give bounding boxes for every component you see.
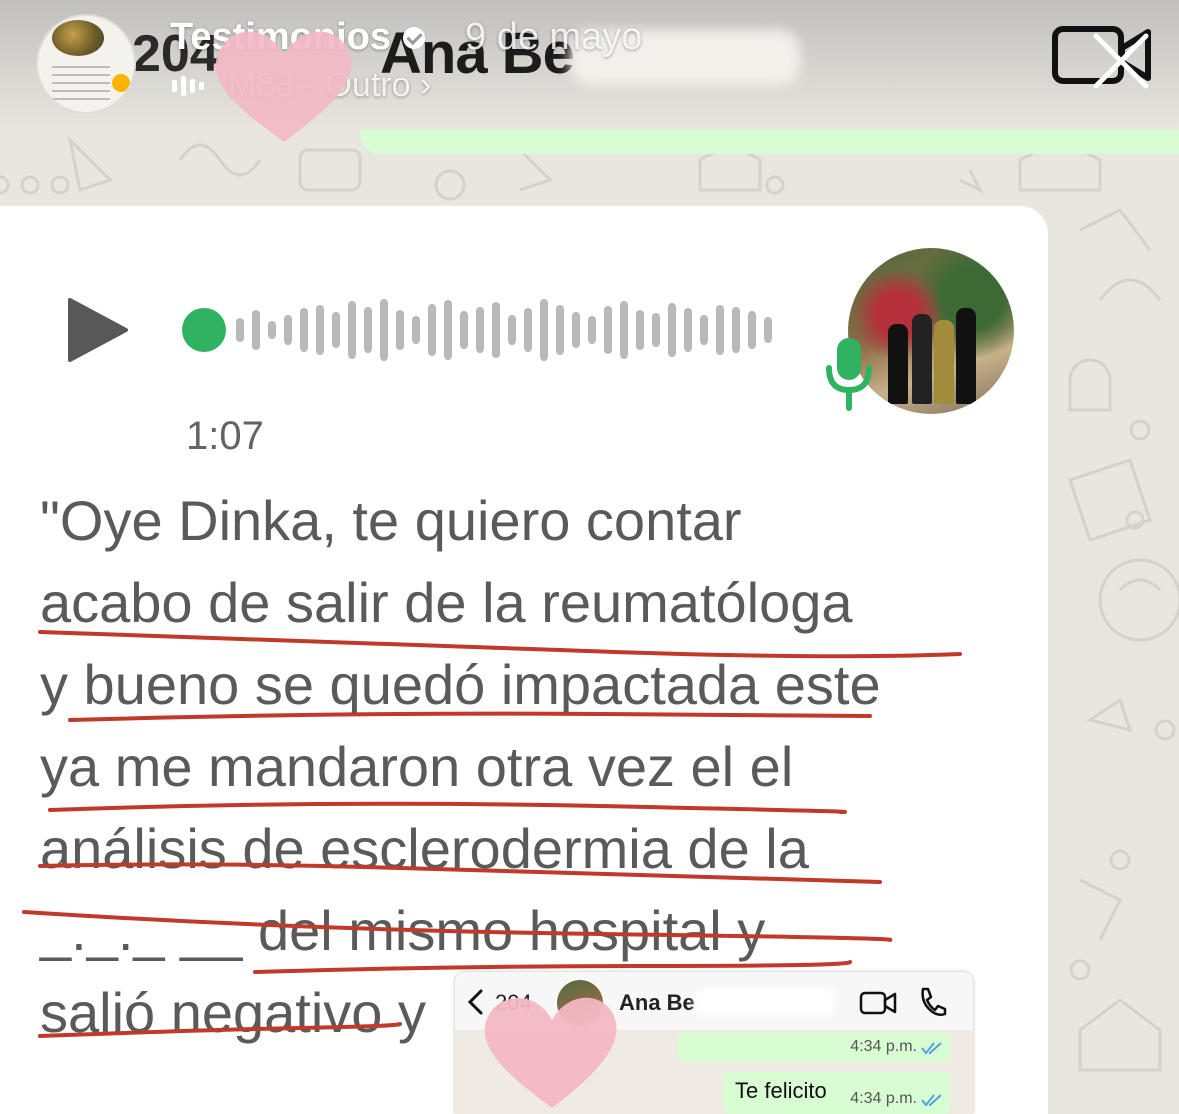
avatar-food-photo — [52, 20, 104, 56]
waveform-bar — [700, 315, 708, 345]
waveform-bar — [684, 308, 692, 352]
message-time: 4:34 p.m. — [850, 1090, 917, 1107]
transcript-line: ya me mandaron otra vez el el — [40, 735, 794, 798]
waveform-bar — [460, 311, 468, 349]
avatar-text-preview — [52, 66, 110, 106]
waveform-bar — [380, 299, 388, 361]
inset-contact-avatar[interactable] — [557, 980, 603, 1026]
waveform-bar — [732, 307, 740, 353]
inset-chat-header: 204 Ana Be — [455, 972, 973, 1030]
waveform-bar — [252, 310, 260, 350]
inset-video-call-icon[interactable] — [859, 990, 897, 1016]
waveform-bar — [476, 307, 484, 353]
music-separator: · — [304, 66, 316, 104]
waveform-bar — [332, 312, 340, 348]
waveform-bar — [604, 306, 612, 354]
waveform-bar — [444, 300, 452, 360]
waveform-bar — [764, 317, 772, 343]
waveform-bar — [412, 316, 420, 344]
background-outgoing-bubble — [360, 130, 1179, 154]
waveform-bar — [284, 315, 292, 345]
transcript-line: y bueno se quedó impactada este — [40, 653, 881, 716]
verified-badge-icon — [403, 26, 425, 49]
read-ticks-icon — [921, 1042, 942, 1055]
waveform-bar — [492, 302, 500, 358]
transcript-line: acabo de salir de la reumatóloga — [40, 571, 853, 634]
waveform-bar — [636, 310, 644, 350]
transcript-line: análisis de esclerodermia de la — [40, 817, 809, 880]
transcript-line: "Oye Dinka, te quiero contar — [40, 489, 742, 552]
inset-redaction-blur — [695, 988, 835, 1016]
waveform-bar — [524, 308, 532, 352]
waveform-bar — [540, 299, 548, 361]
waveform-bar — [588, 316, 596, 344]
story-account-row[interactable]: Testimonios 9 de mayo — [170, 16, 642, 59]
music-artist: M83 — [228, 66, 295, 104]
waveform-bar — [300, 308, 308, 352]
inset-contact-name[interactable]: Ana Be — [619, 990, 695, 1016]
music-track: Outro › — [325, 66, 432, 104]
waveform-bar — [668, 303, 676, 357]
waveform-bar — [716, 305, 724, 355]
inset-unread-count: 204 — [495, 990, 532, 1015]
back-chevron-icon[interactable] — [465, 988, 487, 1016]
account-name[interactable]: Testimonios — [170, 16, 391, 59]
waveform-bar — [268, 321, 276, 339]
voice-message-duration: 1:07 — [186, 414, 264, 458]
inset-outgoing-message[interactable]: 4:34 p.m. — [677, 1032, 951, 1062]
message-text: Te felicito — [735, 1078, 827, 1103]
waveform-bar — [620, 301, 628, 359]
microphone-icon — [826, 338, 872, 411]
transcript-line: _._._ __ del mismo hospital y — [40, 899, 766, 962]
inset-outgoing-message[interactable]: Te felicito 4:34 p.m. — [723, 1072, 951, 1114]
waveform-bar — [572, 312, 580, 348]
playback-position-dot[interactable] — [182, 308, 226, 352]
waveform-bar — [556, 305, 564, 355]
inset-phone-icon[interactable] — [917, 986, 947, 1018]
waveform-bar — [316, 305, 324, 355]
audio-bars-icon — [172, 75, 204, 96]
close-icon[interactable] — [1090, 30, 1152, 92]
waveform-bar — [652, 313, 660, 347]
music-sticker[interactable]: M83 · Outro › — [172, 66, 431, 105]
message-time: 4:34 p.m. — [850, 1038, 917, 1055]
waveform-bar — [348, 301, 356, 359]
read-ticks-icon — [921, 1094, 942, 1107]
waveform-bar — [396, 310, 404, 350]
waveform-bar — [508, 315, 516, 345]
account-avatar[interactable] — [36, 14, 136, 114]
play-icon[interactable] — [66, 296, 130, 364]
audio-waveform[interactable] — [180, 298, 780, 362]
waveform-bar — [364, 307, 372, 353]
waveform-bar — [428, 304, 436, 356]
waveform-bar — [748, 311, 756, 349]
story-date: 9 de mayo — [465, 16, 643, 58]
inset-chat-screenshot: 204 Ana Be 4:34 p.m. Te felicito 4:34 p.… — [455, 972, 973, 1114]
heart-eyes-emoji-icon — [112, 74, 130, 92]
waveform-bar — [236, 318, 244, 342]
